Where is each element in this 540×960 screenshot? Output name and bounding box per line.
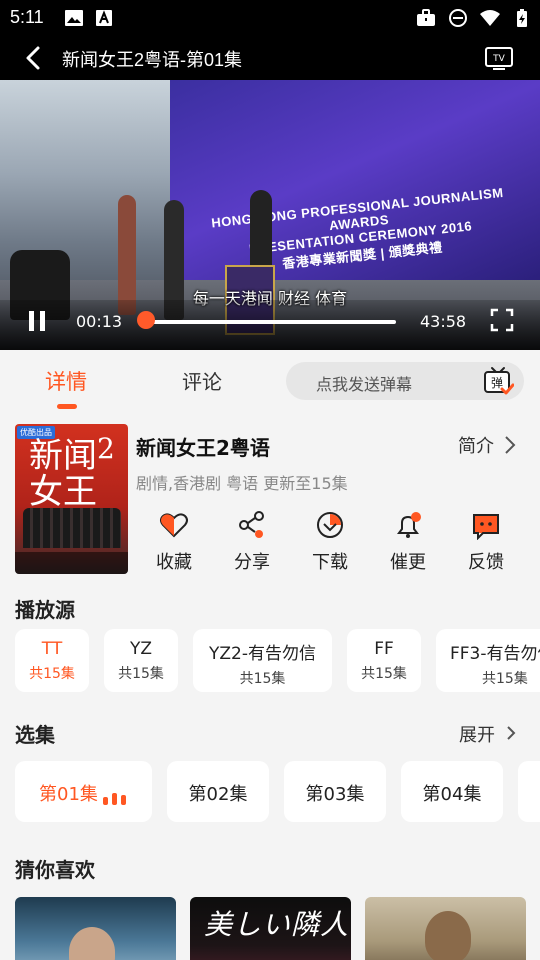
- recommend-list: 美しい隣人: [15, 897, 540, 960]
- show-title: 新闻女王2粤语: [136, 436, 270, 460]
- tab-comments[interactable]: 评论: [182, 366, 222, 395]
- briefcase-icon: [417, 9, 435, 26]
- expand-button[interactable]: 展开: [459, 721, 495, 747]
- recommend-item[interactable]: 美しい隣人: [190, 897, 351, 960]
- episodes-title: 选集: [15, 723, 55, 747]
- seek-bar[interactable]: [142, 320, 396, 324]
- danmu-icon[interactable]: 弹: [482, 365, 514, 397]
- recommend-title: 猜你喜欢: [15, 858, 95, 882]
- show-poster[interactable]: 优酷出品 新闻女王 2: [15, 424, 128, 574]
- feedback-icon: [473, 514, 499, 540]
- sources-title: 播放源: [15, 598, 75, 622]
- status-left-icons: [64, 8, 114, 28]
- source-item[interactable]: YZ 共15集: [104, 629, 178, 692]
- danmu-input[interactable]: 点我发送弹幕 弹: [286, 362, 524, 400]
- chevron-right-icon[interactable]: [504, 723, 518, 743]
- tab-indicator: [57, 404, 77, 409]
- episode-item[interactable]: [518, 761, 540, 822]
- poster-number: 2: [97, 432, 115, 465]
- download-icon: [317, 512, 343, 538]
- recommend-item[interactable]: [15, 897, 176, 960]
- poster-cast-art: [23, 508, 121, 548]
- recommend-overlay-text: 美しい隣人: [204, 908, 350, 941]
- download-button[interactable]: 下载: [300, 510, 360, 574]
- status-bar: 5:11: [0, 0, 540, 36]
- now-playing-icon: [103, 793, 126, 805]
- feedback-button[interactable]: 反馈: [456, 510, 516, 574]
- favorite-button[interactable]: 收藏: [144, 510, 204, 574]
- share-icon: [239, 511, 264, 538]
- poster-footer: [15, 552, 128, 574]
- episode-list: 第01集 第02集 第03集 第04集: [15, 761, 540, 823]
- episode-item[interactable]: 第02集: [167, 761, 269, 822]
- fullscreen-icon[interactable]: [490, 308, 514, 332]
- tv-cast-icon[interactable]: TV: [484, 45, 514, 71]
- recommend-thumbnail-art: [69, 927, 115, 960]
- download-label: 下载: [312, 552, 348, 573]
- detail-tabs: 详情 评论 点我发送弹幕 弹: [0, 350, 540, 414]
- chevron-right-icon[interactable]: [502, 434, 518, 456]
- share-label: 分享: [234, 552, 270, 573]
- share-button[interactable]: 分享: [222, 510, 282, 574]
- episode-item[interactable]: 第01集: [15, 761, 152, 822]
- player-controls: 00:13 43:58: [0, 300, 540, 350]
- episode-item[interactable]: 第04集: [401, 761, 503, 822]
- do-not-disturb-icon: [449, 9, 467, 27]
- video-title: 新闻女王2粤语-第01集: [62, 50, 243, 70]
- source-list: TT 共15集 YZ 共15集 YZ2-有告勿信 共15集 FF 共15集 FF…: [15, 629, 540, 693]
- feedback-label: 反馈: [468, 552, 504, 573]
- action-row: 收藏 分享 下载 催更 反馈: [136, 510, 526, 574]
- recommend-item[interactable]: [365, 897, 526, 960]
- tab-details[interactable]: 详情: [45, 366, 87, 396]
- recommend-thumbnail-art: [425, 911, 471, 960]
- status-time: 5:11: [10, 7, 44, 27]
- poster-title: 新闻女王: [29, 436, 97, 512]
- total-time: 43:58: [420, 312, 467, 331]
- back-arrow-icon[interactable]: [20, 44, 48, 72]
- danmu-placeholder: 点我发送弹幕: [316, 375, 413, 394]
- seek-bar-thumb[interactable]: [137, 311, 156, 329]
- status-right-icons: [416, 8, 532, 28]
- favorite-label: 收藏: [156, 552, 192, 573]
- bell-icon: [397, 512, 421, 538]
- image-icon: [65, 10, 83, 26]
- pause-icon[interactable]: [26, 310, 48, 332]
- urge-update-button[interactable]: 催更: [378, 510, 438, 574]
- episode-item[interactable]: 第03集: [284, 761, 386, 822]
- show-info: 优酷出品 新闻女王 2 新闻女王2粤语 简介 剧情,香港剧 粤语 更新至15集 …: [0, 422, 540, 582]
- player-title-bar: 新闻女王2粤语-第01集 TV: [0, 36, 540, 80]
- battery-charging-icon: [517, 9, 527, 27]
- svg-text:TV: TV: [492, 54, 505, 64]
- intro-button[interactable]: 简介: [458, 432, 494, 458]
- source-item[interactable]: TT 共15集: [15, 629, 89, 692]
- urge-update-label: 催更: [390, 552, 426, 573]
- source-item[interactable]: FF3-有告勿信 共15集: [436, 629, 540, 692]
- heart-icon: [160, 513, 188, 538]
- font-download-icon: [96, 10, 112, 26]
- show-meta: 剧情,香港剧 粤语 更新至15集: [136, 474, 348, 493]
- wifi-icon: [480, 10, 500, 26]
- source-item[interactable]: FF 共15集: [347, 629, 421, 692]
- current-time: 00:13: [76, 312, 123, 331]
- source-item[interactable]: YZ2-有告勿信 共15集: [193, 629, 332, 692]
- detail-content: 详情 评论 点我发送弹幕 弹 优酷出品 新闻女王 2 新闻女王2粤语 简介 剧情…: [0, 350, 540, 960]
